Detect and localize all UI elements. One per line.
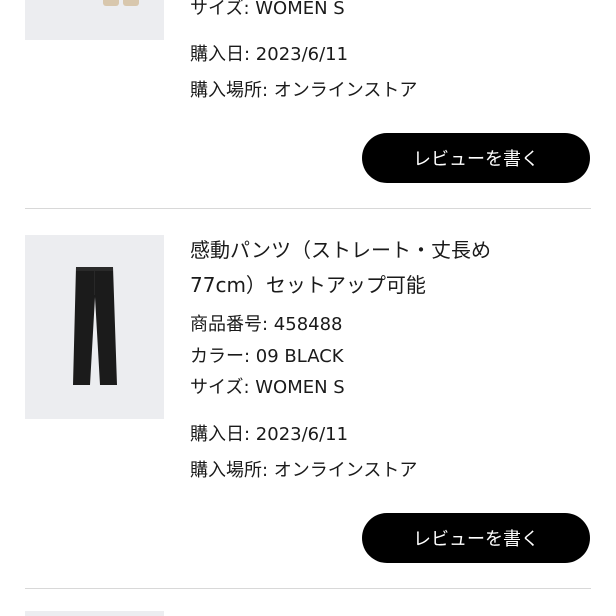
previous-purchase-date: 購入日: 2023/6/11 bbox=[190, 44, 349, 65]
previous-write-review-button[interactable]: レビューを書く bbox=[362, 133, 590, 183]
product-title-line2[interactable]: 77cm）セットアップ可能 bbox=[190, 273, 426, 297]
write-review-button[interactable]: レビューを書く bbox=[362, 513, 590, 563]
previous-product-image[interactable] bbox=[25, 0, 164, 40]
previous-purchase-place: 購入場所: オンラインストア bbox=[190, 80, 418, 101]
product-number: 商品番号: 458488 bbox=[190, 314, 343, 335]
purchase-history-page: サイズ: WOMEN S 購入日: 2023/6/11 購入場所: オンラインス… bbox=[0, 0, 616, 616]
previous-size-text: サイズ: WOMEN S bbox=[190, 0, 345, 19]
item-divider bbox=[25, 208, 591, 209]
product-size: サイズ: WOMEN S bbox=[190, 377, 345, 398]
purchase-date: 購入日: 2023/6/11 bbox=[190, 424, 349, 445]
beige-pants-image bbox=[103, 0, 139, 6]
next-product-image[interactable] bbox=[25, 611, 164, 616]
purchase-place: 購入場所: オンラインストア bbox=[190, 460, 418, 481]
product-color: カラー: 09 BLACK bbox=[190, 346, 344, 367]
item-divider bbox=[25, 588, 591, 589]
product-image[interactable] bbox=[25, 235, 164, 419]
product-title-line1[interactable]: 感動パンツ（ストレート・丈長め bbox=[190, 238, 491, 262]
black-pants-image bbox=[73, 267, 117, 385]
